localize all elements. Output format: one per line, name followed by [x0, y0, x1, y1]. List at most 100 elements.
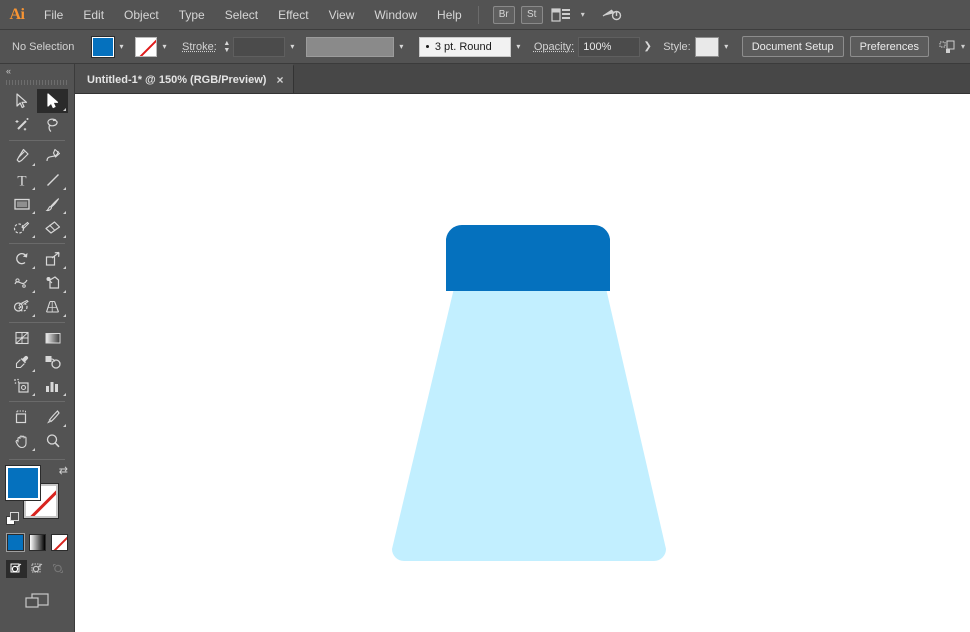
menu-item-select[interactable]: Select — [215, 0, 268, 30]
draw-normal-button[interactable] — [5, 560, 27, 578]
align-options-control[interactable]: ▾ — [937, 36, 965, 58]
shape-builder-tool[interactable] — [6, 295, 37, 319]
curvature-tool[interactable] — [37, 144, 68, 168]
graphic-style-control[interactable]: ▾ — [694, 36, 734, 57]
tools-panel: « T ⇄ — [0, 64, 75, 632]
document-tab[interactable]: Untitled-1* @ 150% (RGB/Preview) × — [75, 64, 295, 93]
shaper-tool[interactable] — [6, 216, 37, 240]
fill-color-swatch[interactable] — [5, 465, 41, 501]
stroke-weight-control[interactable]: ▲ ▼ ▾ — [221, 36, 300, 57]
fill-mode-buttons — [0, 533, 74, 552]
perspective-grid-tool[interactable] — [37, 295, 68, 319]
rotate-tool[interactable] — [6, 247, 37, 271]
stroke-color-control[interactable]: ▾ — [135, 36, 172, 57]
symbol-sprayer-tool[interactable] — [6, 374, 37, 398]
workspace-switcher-icon[interactable] — [599, 4, 625, 26]
variable-width-profile-control[interactable]: ▾ — [305, 36, 409, 57]
style-chevron-down-icon[interactable]: ▾ — [719, 37, 734, 57]
tool-flyout-indicator — [63, 235, 66, 238]
brush-definition-control[interactable]: 3 pt. Round ▾ — [418, 36, 526, 57]
preferences-button[interactable]: Preferences — [849, 36, 929, 57]
line-segment-tool[interactable] — [37, 168, 68, 192]
graphic-style-swatch[interactable] — [694, 36, 719, 57]
color-mode-button[interactable] — [5, 533, 25, 552]
variable-width-profile-input[interactable] — [305, 36, 394, 57]
brush-preview-icon — [425, 45, 429, 48]
tool-flyout-indicator — [63, 266, 66, 269]
bridge-button[interactable]: Br — [492, 5, 515, 24]
gradient-mode-button[interactable] — [28, 534, 46, 551]
free-transform-tool[interactable] — [37, 271, 68, 295]
canvas-area[interactable] — [75, 94, 970, 632]
brush-definition-input[interactable]: 3 pt. Round — [418, 36, 511, 57]
close-icon[interactable]: × — [276, 74, 283, 86]
hand-tool[interactable] — [6, 429, 37, 453]
lasso-tool[interactable] — [37, 113, 68, 137]
erlenmeyer-flask-artwork[interactable] — [75, 94, 970, 632]
selection-tool[interactable] — [6, 89, 37, 113]
magic-wand-tool[interactable] — [6, 113, 37, 137]
stroke-weight-stepper[interactable]: ▲ ▼ — [221, 37, 233, 57]
menu-item-view[interactable]: View — [319, 0, 365, 30]
variable-width-profile-chevron-down-icon[interactable]: ▾ — [394, 37, 409, 57]
gradient-tool[interactable] — [37, 326, 68, 350]
tool-flyout-indicator — [63, 424, 66, 427]
rectangle-tool[interactable] — [6, 192, 37, 216]
tools-panel-drag-handle[interactable] — [6, 78, 68, 87]
opacity-label[interactable]: Opacity: — [534, 41, 574, 53]
menu-item-object[interactable]: Object — [114, 0, 169, 30]
paintbrush-tool[interactable] — [37, 192, 68, 216]
stroke-weight-label[interactable]: Stroke: — [182, 41, 217, 53]
fill-control[interactable]: ▾ — [91, 35, 129, 58]
brush-definition-chevron-down-icon[interactable]: ▾ — [511, 37, 526, 57]
arrange-documents-chevron-down-icon[interactable]: ▾ — [581, 10, 585, 19]
flask-cap-shape[interactable] — [446, 224, 610, 291]
stroke-weight-input[interactable] — [232, 36, 285, 57]
stroke-swatch[interactable] — [135, 36, 157, 57]
artboard-tool[interactable] — [6, 405, 37, 429]
blend-tool[interactable] — [37, 350, 68, 374]
illustrator-window: Ai File Edit Object Type Select Effect V… — [0, 0, 970, 632]
slice-tool[interactable] — [37, 405, 68, 429]
draw-behind-button[interactable] — [27, 560, 48, 578]
menu-item-effect[interactable]: Effect — [268, 0, 318, 30]
width-tool[interactable] — [6, 271, 37, 295]
type-tool[interactable]: T — [6, 168, 37, 192]
opacity-more-options-icon[interactable]: ❯ — [640, 37, 655, 57]
menu-item-help[interactable]: Help — [427, 0, 472, 30]
eraser-tool[interactable] — [37, 216, 68, 240]
menu-item-file[interactable]: File — [34, 0, 73, 30]
fill-chevron-down-icon[interactable]: ▾ — [114, 37, 129, 57]
opacity-control[interactable]: 100% ❯ — [578, 36, 655, 57]
scale-tool[interactable] — [37, 247, 68, 271]
tool-flyout-indicator — [63, 290, 66, 293]
column-graph-tool[interactable] — [37, 374, 68, 398]
menu-item-window[interactable]: Window — [364, 0, 427, 30]
draw-inside-button[interactable] — [48, 560, 69, 578]
document-setup-button[interactable]: Document Setup — [741, 36, 844, 57]
pen-tool[interactable] — [6, 144, 37, 168]
direct-selection-tool[interactable] — [37, 89, 68, 113]
fill-swatch[interactable] — [91, 35, 115, 58]
menu-divider — [477, 5, 479, 24]
collapse-panel-icon[interactable]: « — [6, 66, 11, 76]
tool-divider — [9, 140, 65, 141]
stroke-weight-chevron-down-icon[interactable]: ▾ — [285, 37, 300, 57]
mesh-tool[interactable] — [6, 326, 37, 350]
menu-item-type[interactable]: Type — [169, 0, 215, 30]
stroke-chevron-down-icon[interactable]: ▾ — [157, 37, 172, 57]
align-objects-icon[interactable] — [937, 36, 959, 58]
eyedropper-tool[interactable] — [6, 350, 37, 374]
none-mode-button[interactable] — [50, 534, 68, 551]
tool-flyout-indicator — [63, 187, 66, 190]
opacity-input[interactable]: 100% — [578, 36, 641, 57]
default-fill-stroke-icon[interactable] — [6, 512, 20, 526]
align-chevron-down-icon[interactable]: ▾ — [961, 42, 965, 51]
change-screen-mode-button[interactable] — [20, 590, 54, 612]
arrange-documents-icon[interactable] — [549, 4, 573, 26]
zoom-tool[interactable] — [37, 429, 68, 453]
swap-fill-stroke-icon[interactable]: ⇄ — [59, 464, 68, 477]
menu-item-edit[interactable]: Edit — [73, 0, 114, 30]
stock-button[interactable]: St — [520, 5, 543, 24]
flask-body-shape[interactable] — [392, 276, 666, 561]
